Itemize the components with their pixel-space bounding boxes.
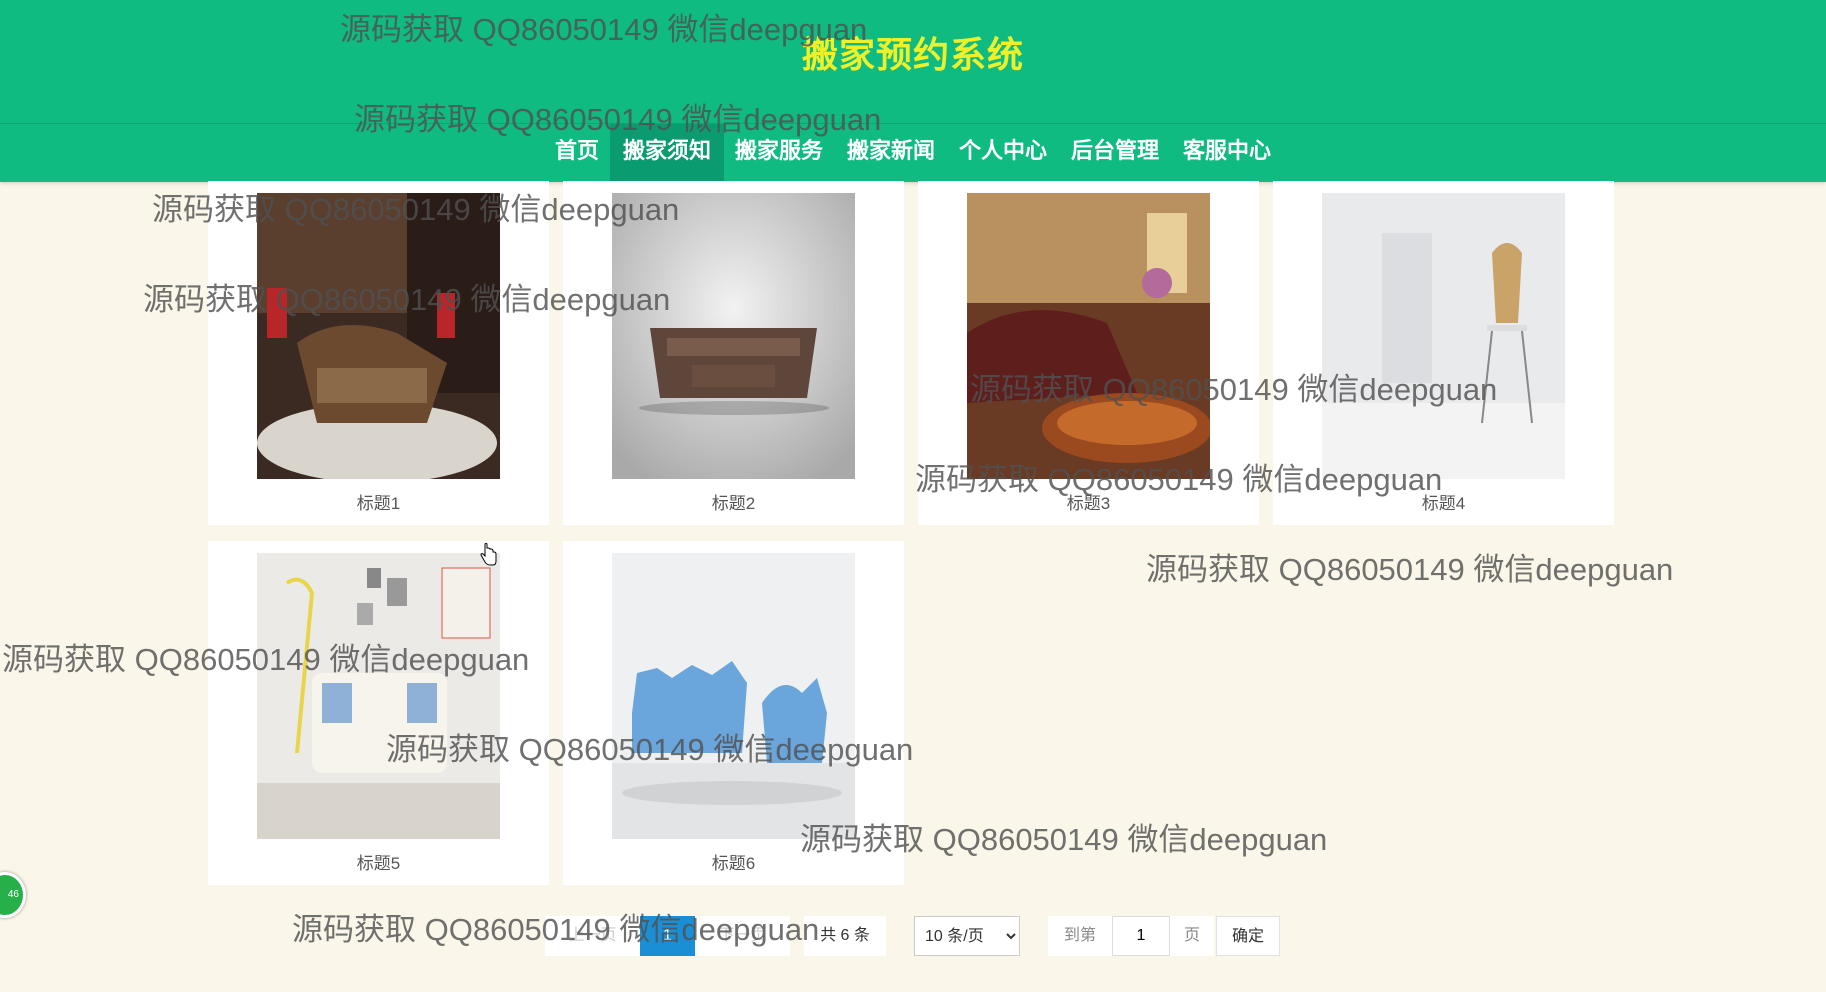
article-card[interactable]: 标题5	[208, 541, 549, 885]
page-size-select[interactable]: 10 条/页	[914, 916, 1020, 956]
prev-page-button[interactable]: 上一页	[545, 916, 640, 956]
goto-label: 到第	[1048, 916, 1112, 956]
card-image[interactable]	[257, 193, 500, 479]
floating-badge[interactable]: 46	[0, 872, 26, 918]
hand-cursor-icon	[480, 543, 497, 566]
goto-page-input[interactable]	[1112, 916, 1170, 956]
nav-home[interactable]: 首页	[542, 124, 612, 182]
nav-moving-notice[interactable]: 搬家须知	[609, 124, 724, 182]
total-count: 共 6 条	[804, 916, 886, 956]
main-nav: 首页 搬家须知 搬家服务 搬家新闻 个人中心 后台管理 客服中心	[0, 123, 1826, 182]
card-caption[interactable]: 标题1	[208, 489, 549, 514]
article-card[interactable]: 标题1	[208, 181, 549, 525]
card-caption[interactable]: 标题4	[1273, 489, 1614, 514]
nav-customer-service[interactable]: 客服中心	[1170, 124, 1284, 182]
nav-admin[interactable]: 后台管理	[1058, 124, 1172, 182]
site-title: 搬家预约系统	[801, 34, 1024, 75]
watermark-text: 源码获取 QQ86050149 微信deepguan	[1146, 552, 1674, 587]
goto-wrapper	[1112, 916, 1170, 956]
card-image[interactable]	[257, 553, 500, 839]
card-caption[interactable]: 标题2	[563, 489, 904, 514]
page-1-button[interactable]: 1	[640, 916, 695, 956]
article-card[interactable]: 标题6	[563, 541, 904, 885]
card-image[interactable]	[612, 553, 855, 839]
card-caption[interactable]: 标题5	[208, 849, 549, 874]
nav-personal-center[interactable]: 个人中心	[946, 124, 1060, 182]
card-caption[interactable]: 标题3	[918, 489, 1259, 514]
nav-moving-service[interactable]: 搬家服务	[722, 124, 836, 182]
article-card[interactable]: 标题4	[1273, 181, 1614, 525]
confirm-button[interactable]: 确定	[1216, 916, 1280, 956]
page-size-wrapper: 10 条/页	[914, 916, 1020, 956]
article-card[interactable]: 标题3	[918, 181, 1259, 525]
article-card[interactable]: 标题2	[563, 181, 904, 525]
card-caption[interactable]: 标题6	[563, 849, 904, 874]
card-image[interactable]	[612, 193, 855, 479]
pagination: 上一页 1 下一页 共 6 条 10 条/页 到第 页 确定	[0, 916, 1826, 958]
site-header: 搬家预约系统	[0, 0, 1826, 123]
next-page-button[interactable]: 下一页	[695, 916, 790, 956]
card-image[interactable]	[967, 193, 1210, 479]
page-unit-label: 页	[1170, 916, 1214, 956]
nav-moving-news[interactable]: 搬家新闻	[834, 124, 948, 182]
card-image[interactable]	[1322, 193, 1565, 479]
